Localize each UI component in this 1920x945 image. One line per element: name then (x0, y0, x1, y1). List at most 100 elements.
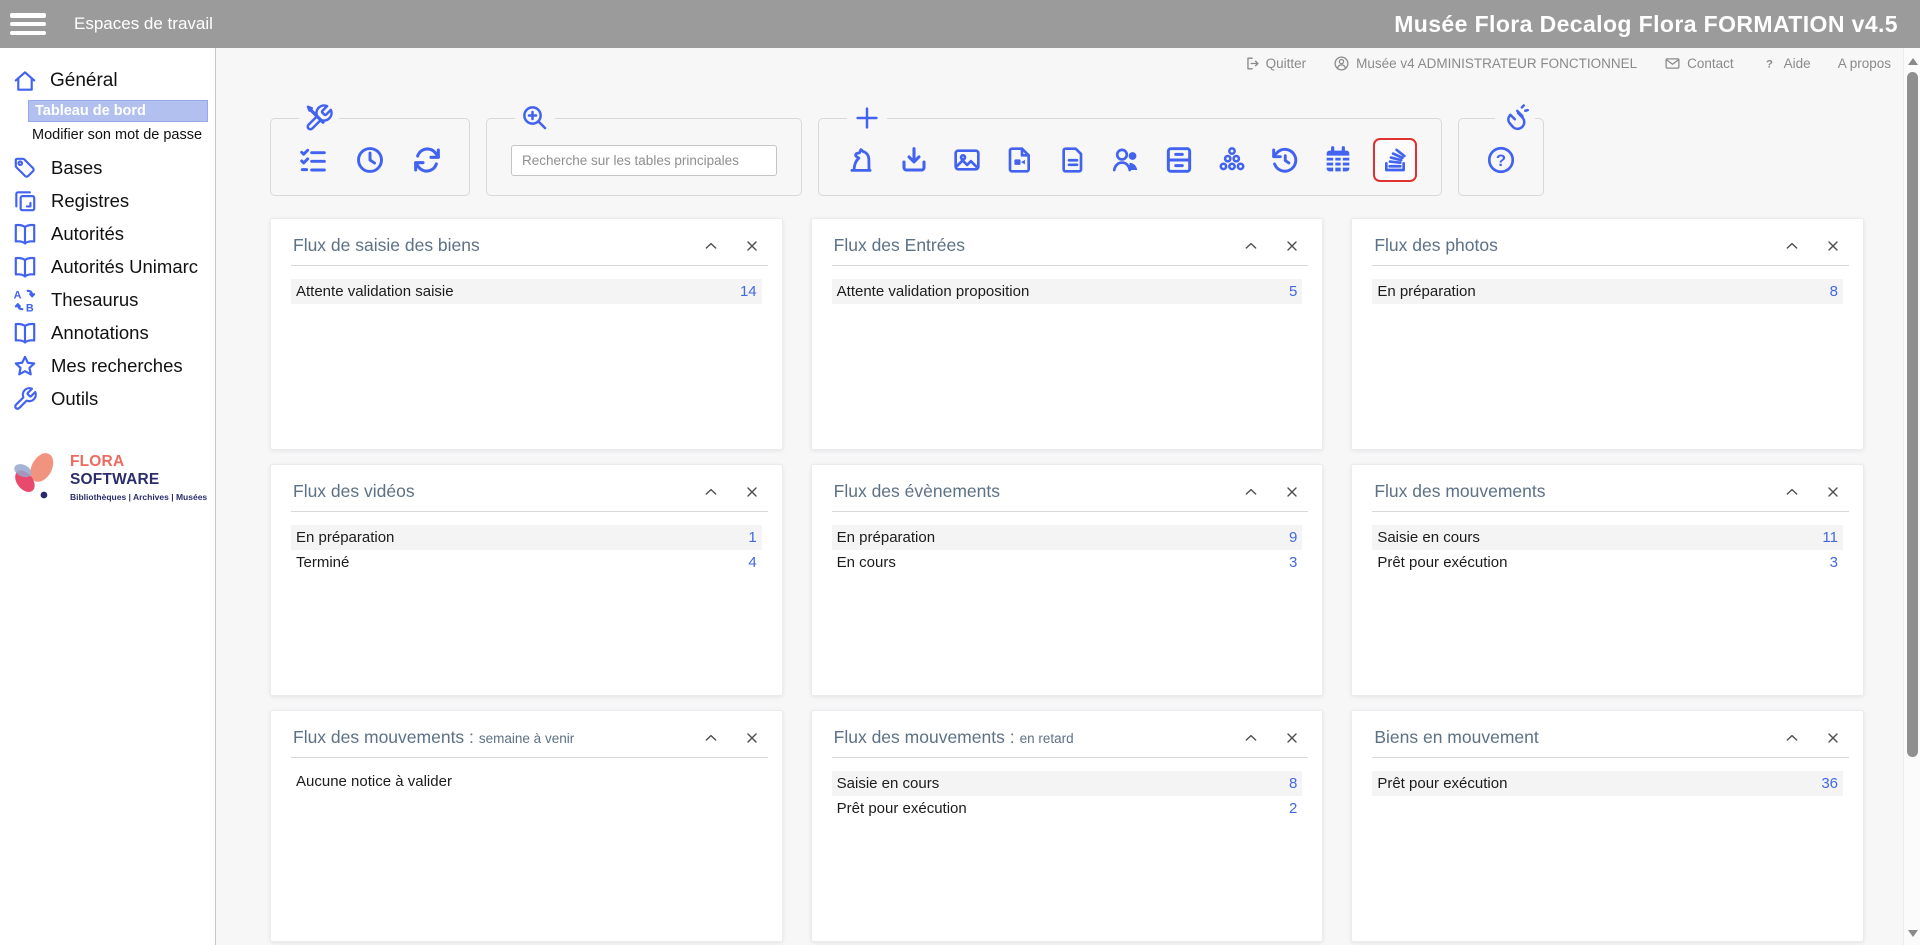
card-row[interactable]: En préparation9 (832, 525, 1303, 550)
about-link[interactable]: A propos (1838, 56, 1891, 71)
row-count: 14 (740, 283, 757, 300)
import-button[interactable] (896, 142, 932, 178)
card-collapse-button[interactable] (703, 484, 719, 500)
zoom-plus-icon (515, 103, 555, 133)
new-archive-button[interactable] (1161, 142, 1197, 178)
card-close-button[interactable] (744, 484, 760, 500)
new-event-button[interactable] (1320, 142, 1356, 178)
card-close-button[interactable] (1284, 484, 1300, 500)
svg-text:A: A (14, 289, 22, 301)
tools-icon (299, 103, 339, 133)
dashboard-card: Flux des mouvements :en retard Saisie en… (811, 710, 1324, 942)
row-count: 4 (748, 554, 756, 571)
row-label: Prêt pour exécution (1377, 554, 1507, 571)
help-button[interactable]: ? (1483, 142, 1519, 178)
card-row[interactable]: Attente validation proposition5 (832, 279, 1303, 304)
app-title: Musée Flora Decalog Flora FORMATION v4.5 (1394, 11, 1898, 38)
card-row[interactable]: En préparation8 (1372, 279, 1843, 304)
help-link[interactable]: ? Aide (1761, 55, 1811, 72)
card-row[interactable]: Prêt pour exécution36 (1372, 771, 1843, 796)
help-circle-icon: ? (1485, 144, 1517, 176)
card-close-button[interactable] (1825, 730, 1841, 746)
card-collapse-button[interactable] (1243, 238, 1259, 254)
row-count: 2 (1289, 800, 1297, 817)
card-title: Flux des mouvements :en retard (834, 727, 1074, 748)
card-collapse-button[interactable] (1243, 730, 1259, 746)
scroll-up-button[interactable] (1908, 58, 1918, 65)
workspace-label[interactable]: Espaces de travail (74, 14, 213, 34)
card-collapse-button[interactable] (703, 238, 719, 254)
plus-icon (847, 103, 887, 133)
card-row[interactable]: Prêt pour exécution2 (832, 796, 1303, 821)
card-close-button[interactable] (1825, 238, 1841, 254)
new-object-button[interactable] (843, 142, 879, 178)
card-collapse-button[interactable] (703, 730, 719, 746)
new-cluster-button[interactable] (1214, 142, 1250, 178)
new-photo-button[interactable] (949, 142, 985, 178)
row-count: 8 (1830, 283, 1838, 300)
brand-tagline: Bibliothèques | Archives | Musées (70, 492, 215, 502)
sidebar-item-registres[interactable]: Registres (0, 184, 215, 217)
row-count: 36 (1821, 775, 1838, 792)
card-collapse-button[interactable] (1784, 238, 1800, 254)
card-close-button[interactable] (1284, 730, 1300, 746)
card-divider (1372, 757, 1849, 758)
card-collapse-button[interactable] (1784, 484, 1800, 500)
home-icon (12, 68, 38, 94)
row-label: En cours (837, 554, 896, 571)
sidebar-item-mes-recherches[interactable]: Mes recherches (0, 349, 215, 382)
new-stack-button[interactable] (1373, 138, 1417, 182)
sidebar-subitem[interactable]: Modifier son mot de passe (32, 125, 215, 145)
scroll-down-button[interactable] (1908, 930, 1918, 937)
card-row[interactable]: Terminé4 (291, 550, 762, 575)
sidebar-item-autorit-s[interactable]: Autorités (0, 217, 215, 250)
contact-link[interactable]: Contact (1664, 55, 1734, 72)
row-count: 3 (1289, 554, 1297, 571)
sidebar-item-thesaurus[interactable]: AB Thesaurus (0, 283, 215, 316)
history-button[interactable] (1267, 142, 1303, 178)
refresh-button[interactable] (409, 142, 445, 178)
vertical-scrollbar[interactable] (1903, 48, 1920, 945)
card-row[interactable]: Saisie en cours11 (1372, 525, 1843, 550)
card-divider (291, 757, 768, 758)
user-menu[interactable]: Musée v4 ADMINISTRATEUR FONCTIONNEL (1333, 55, 1637, 72)
card-divider (832, 511, 1309, 512)
card-close-button[interactable] (1825, 484, 1841, 500)
sidebar-item-general[interactable]: Général (0, 66, 215, 100)
sidebar-subitem[interactable]: Tableau de bord (28, 100, 208, 122)
cluster-icon (1216, 144, 1248, 176)
sidebar-item-outils[interactable]: Outils (0, 382, 215, 415)
card-row[interactable]: En cours 3 (832, 550, 1303, 575)
recent-button[interactable] (352, 142, 388, 178)
new-video-button[interactable] (1002, 142, 1038, 178)
new-person-button[interactable] (1108, 142, 1144, 178)
quit-button[interactable]: Quitter (1243, 55, 1307, 72)
card-title: Biens en mouvement (1374, 727, 1543, 748)
tasks-button[interactable] (295, 142, 331, 178)
card-row[interactable]: En préparation1 (291, 525, 762, 550)
import-icon (898, 144, 930, 176)
card-close-button[interactable] (1284, 238, 1300, 254)
stack-icon (1379, 144, 1411, 176)
card-row[interactable]: Attente validation saisie14 (291, 279, 762, 304)
sidebar-item-annotations[interactable]: Annotations (0, 316, 215, 349)
card-collapse-button[interactable] (1784, 730, 1800, 746)
card-close-button[interactable] (744, 730, 760, 746)
card-close-button[interactable] (744, 238, 760, 254)
card-row[interactable]: Saisie en cours8 (832, 771, 1303, 796)
new-document-button[interactable] (1055, 142, 1091, 178)
menu-icon[interactable] (10, 11, 46, 37)
hand-icon (1495, 103, 1535, 133)
scroll-thumb[interactable] (1907, 72, 1918, 757)
history-icon (1269, 144, 1301, 176)
book-icon (12, 320, 38, 346)
row-count: 5 (1289, 283, 1297, 300)
card-collapse-button[interactable] (1243, 484, 1259, 500)
sidebar-item-bases[interactable]: Bases (0, 151, 215, 184)
sidebar-item-autorit-s-unimarc[interactable]: Autorités Unimarc (0, 250, 215, 283)
sync-icon (411, 144, 443, 176)
search-input[interactable] (511, 145, 777, 176)
card-row[interactable]: Prêt pour exécution 3 (1372, 550, 1843, 575)
row-count: 3 (1830, 554, 1838, 571)
sidebar-item-label: Général (50, 70, 118, 92)
